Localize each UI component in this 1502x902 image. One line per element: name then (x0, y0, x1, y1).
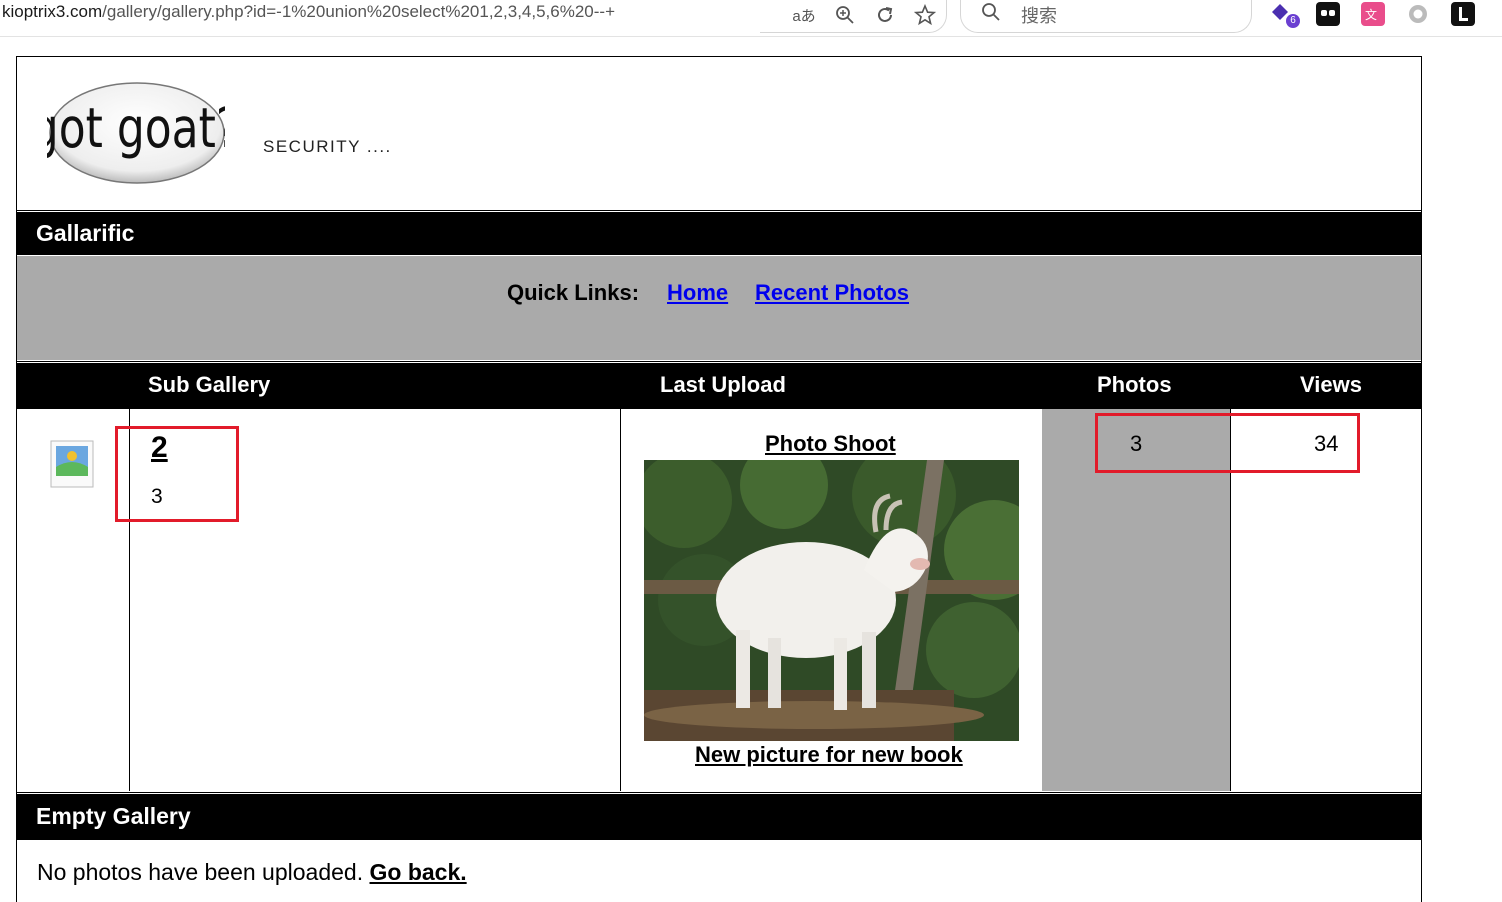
column-photos: Photos (1097, 372, 1172, 397)
extension-translate-icon[interactable]: 文 (1361, 2, 1385, 26)
search-placeholder: 搜索 (1021, 6, 1057, 26)
url-host: kioptrix3.com (2, 2, 103, 21)
quick-link-home[interactable]: Home (667, 280, 728, 306)
refresh-icon[interactable] (873, 3, 897, 27)
quick-link-recent-photos[interactable]: Recent Photos (755, 280, 909, 306)
last-upload-title-link[interactable]: Photo Shoot (765, 431, 896, 457)
search-box[interactable]: 搜索 (960, 0, 1252, 33)
empty-message-text: No photos have been uploaded. (37, 859, 364, 885)
column-divider (620, 409, 621, 792)
goat-photo[interactable] (636, 441, 1044, 741)
empty-gallery-title: Empty Gallery (36, 803, 191, 829)
column-views: Views (1300, 372, 1362, 397)
got-goat-logo: got goat? (31, 77, 239, 185)
column-header-bar: Sub Gallery Last Upload Photos Views (17, 360, 1421, 409)
logo-text: got goat? (47, 96, 225, 160)
column-last-upload: Last Upload (660, 372, 786, 397)
empty-gallery-message: No photos have been uploaded. Go back. (37, 859, 467, 886)
extension-badge: 6 (1286, 14, 1300, 28)
last-upload-caption-link[interactable]: New picture for new book (695, 742, 963, 768)
zoom-icon[interactable] (833, 3, 857, 27)
gallery-thumbnail-icon[interactable] (49, 439, 95, 489)
address-bar[interactable]: kioptrix3.com/gallery/gallery.php?id=-1%… (2, 2, 615, 22)
reader-mode-icon[interactable]: aあ (792, 3, 816, 27)
bookmark-star-icon[interactable] (913, 3, 937, 27)
tagline: SECURITY .... (263, 137, 392, 156)
quick-links-label: Quick Links: (507, 280, 640, 305)
url-path: /gallery/gallery.php?id=-1%20union%20sel… (102, 2, 615, 21)
column-sub-gallery: Sub Gallery (148, 372, 271, 397)
empty-gallery-bar: Empty Gallery (17, 791, 1421, 840)
gallery-title-bar: Gallarific (17, 209, 1421, 255)
highlight-box-counts (1095, 413, 1360, 473)
svg-text:文: 文 (1365, 7, 1377, 22)
gallery-title: Gallarific (36, 220, 135, 246)
quick-links-bar: Quick Links: Home Recent Photos (17, 256, 1421, 360)
highlight-box-sub-gallery (115, 426, 239, 522)
search-icon (981, 2, 1001, 27)
gallery-page: got goat? SECURITY .... Gallarific Quick… (16, 56, 1422, 902)
go-back-link[interactable]: Go back. (370, 859, 467, 885)
extension-circle-icon[interactable] (1406, 2, 1430, 26)
extension-l-icon[interactable] (1451, 2, 1475, 26)
browser-toolbar: kioptrix3.com/gallery/gallery.php?id=-1%… (0, 0, 1502, 37)
extension-mask-icon[interactable] (1316, 2, 1340, 26)
